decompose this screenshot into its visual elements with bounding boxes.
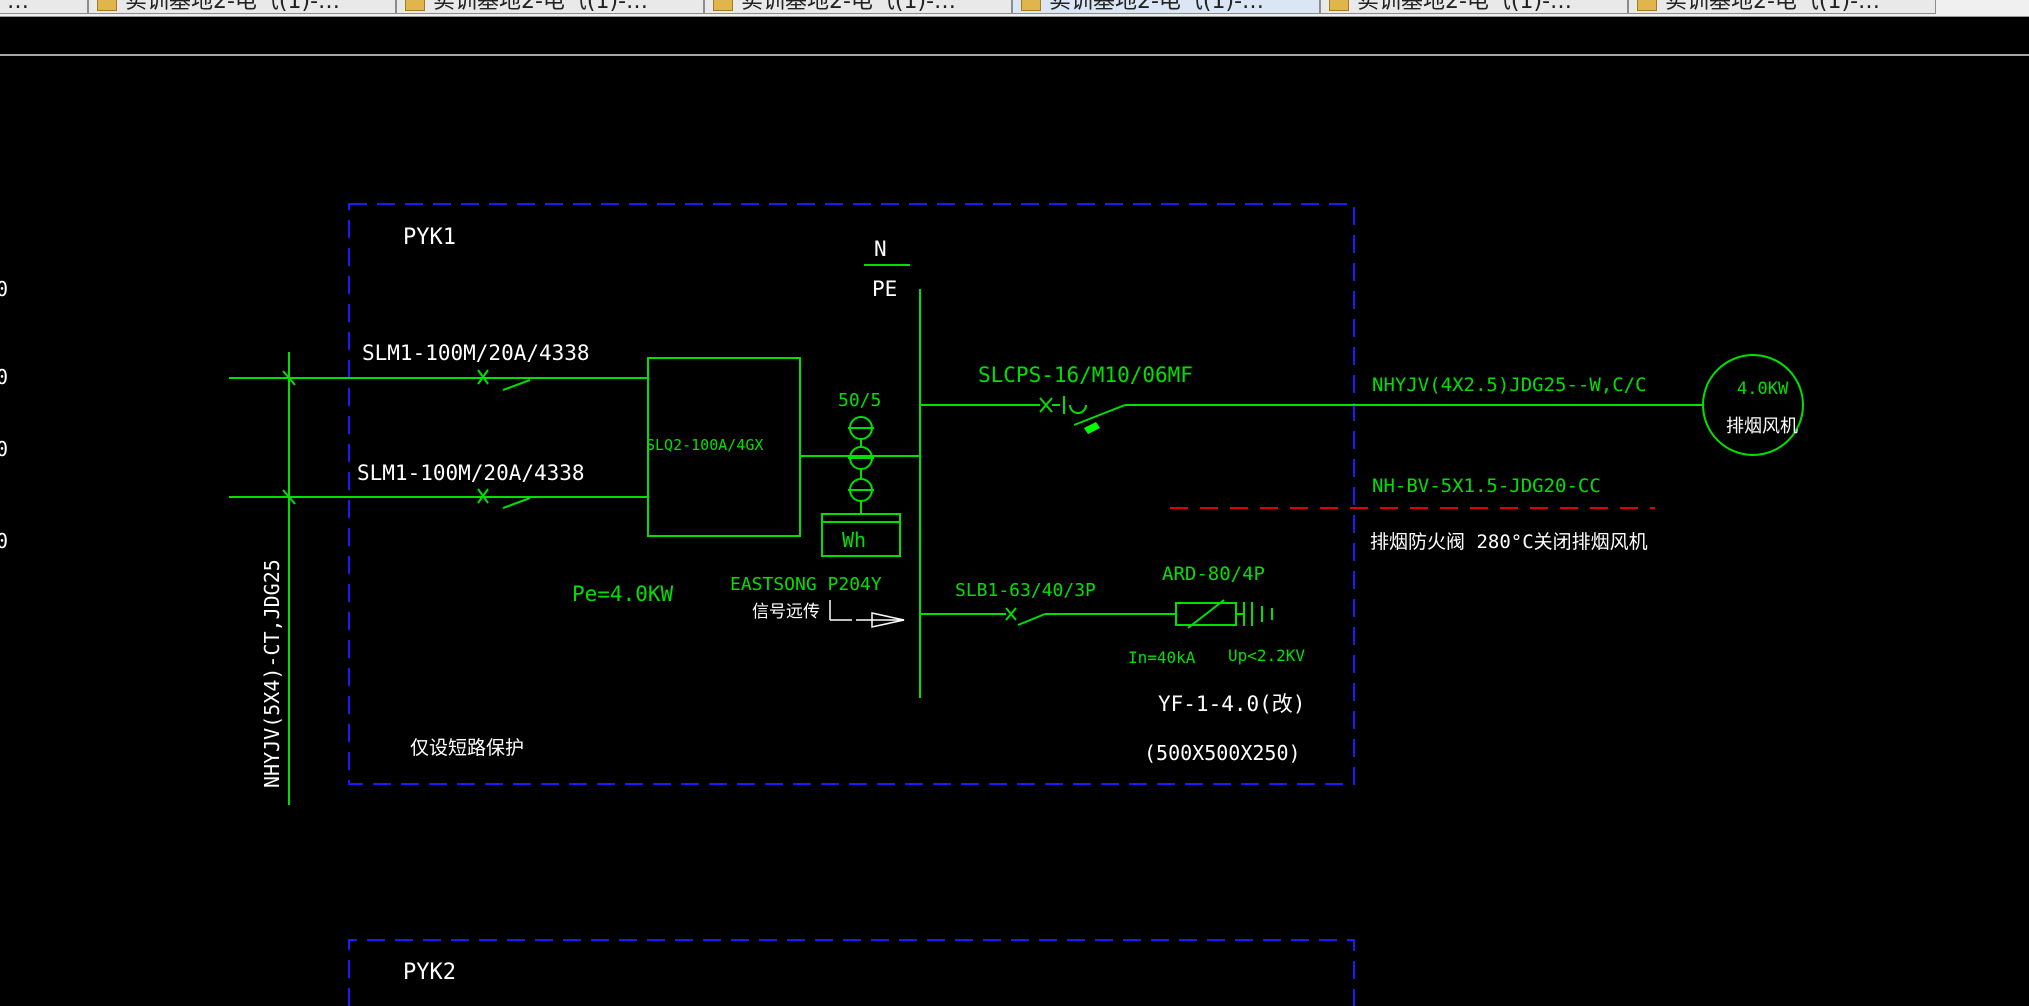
dwg-file-icon <box>1021 0 1041 11</box>
signal-note-label: 信号远传 <box>752 602 820 622</box>
spd-breaker-label: SLB1-63/40/3P <box>955 580 1096 601</box>
dwg-file-icon <box>1329 0 1349 11</box>
signal-arrow-icon <box>829 600 905 628</box>
feeder-breaker-label: SLCPS-16/M10/06MF <box>978 363 1193 387</box>
spd-up-label: Up<2.2KV <box>1228 646 1305 665</box>
incoming-cable-label: NHYJV(5X4)-CT,JDG25 <box>260 559 284 788</box>
enclosure-model-label: YF-1-4.0(改) <box>1158 692 1305 716</box>
enclosure-size-label: (500X500X250) <box>1144 741 1301 765</box>
margin-mark: 0 <box>0 437 8 461</box>
ct-ratio-label: 50/5 <box>838 390 881 411</box>
incoming-breaker-1-symbol <box>477 369 531 391</box>
control-cable-label: NH-BV-5X1.5-JDG20-CC <box>1372 475 1601 497</box>
panel-pyk2-name: PYK2 <box>403 960 456 985</box>
power-cable-label: NHYJV(4X2.5)JDG25--W,C/C <box>1372 374 1647 396</box>
panel-pyk2-border <box>348 939 1355 1006</box>
earth-label: PE <box>872 277 897 301</box>
incoming-breaker-2-symbol <box>477 488 531 509</box>
fan-motor-symbol[interactable] <box>1702 354 1804 456</box>
current-transformer-symbol <box>848 416 874 514</box>
dwg-file-icon <box>713 0 733 11</box>
spd-in-label: In=40kA <box>1128 648 1196 667</box>
tab-1[interactable]: 实训基地2-电气(1)-… <box>88 0 396 14</box>
tab-0[interactable]: … <box>0 0 88 14</box>
power-label: Pe=4.0KW <box>572 582 674 606</box>
breaker-handle-icon <box>1084 422 1100 434</box>
neutral-label: N <box>874 237 887 261</box>
tab-4-active[interactable]: 实训基地2-电气(1)-… <box>1012 0 1320 14</box>
dwg-file-icon <box>1637 0 1657 11</box>
fan-name-label: 排烟风机 <box>1726 416 1798 437</box>
spd-label: ARD-80/4P <box>1162 563 1265 585</box>
fire-damper-note: 排烟防火阀 280°C关闭排烟风机 <box>1370 531 1648 553</box>
tab-5[interactable]: 实训基地2-电气(1)-… <box>1320 0 1628 14</box>
margin-mark: 0 <box>0 277 8 301</box>
dwg-file-icon <box>97 0 117 11</box>
tab-2[interactable]: 实训基地2-电气(1)-… <box>396 0 704 14</box>
margin-mark: 0 <box>0 365 8 389</box>
transfer-switch-label: SLQ2-100A/4GX <box>646 436 763 454</box>
protection-note: 仅设短路保护 <box>410 737 524 759</box>
margin-marks: 0 0 0 0 <box>0 277 8 553</box>
document-tab-bar: … 实训基地2-电气(1)-… 实训基地2-电气(1)-… 实训基地2-电气(1… <box>0 0 2029 17</box>
tab-3[interactable]: 实训基地2-电气(1)-… <box>704 0 1012 14</box>
margin-mark: 0 <box>0 529 8 553</box>
incoming-breaker-1-label: SLM1-100M/20A/4338 <box>362 341 590 365</box>
toolbar-strip <box>0 17 2029 56</box>
spd-branch-wiring <box>920 602 1273 626</box>
feeder-breaker-symbol <box>920 396 1703 426</box>
energy-meter-label: Wh <box>842 528 866 552</box>
spd-varistor-slash <box>1187 599 1225 629</box>
fan-rating-label: 4.0KW <box>1737 379 1789 399</box>
drawing-canvas[interactable]: 0 0 0 0 PYK1 NHYJV(5X4)-CT,JDG25 SLM1-10… <box>0 56 2029 1006</box>
dwg-file-icon <box>405 0 425 11</box>
panel-pyk1-name: PYK1 <box>403 225 456 250</box>
tab-6[interactable]: 实训基地2-电气(1)-… <box>1628 0 1936 14</box>
incoming-breaker-2-label: SLM1-100M/20A/4338 <box>357 461 585 485</box>
signal-device-label: EASTSONG P204Y <box>730 574 882 595</box>
